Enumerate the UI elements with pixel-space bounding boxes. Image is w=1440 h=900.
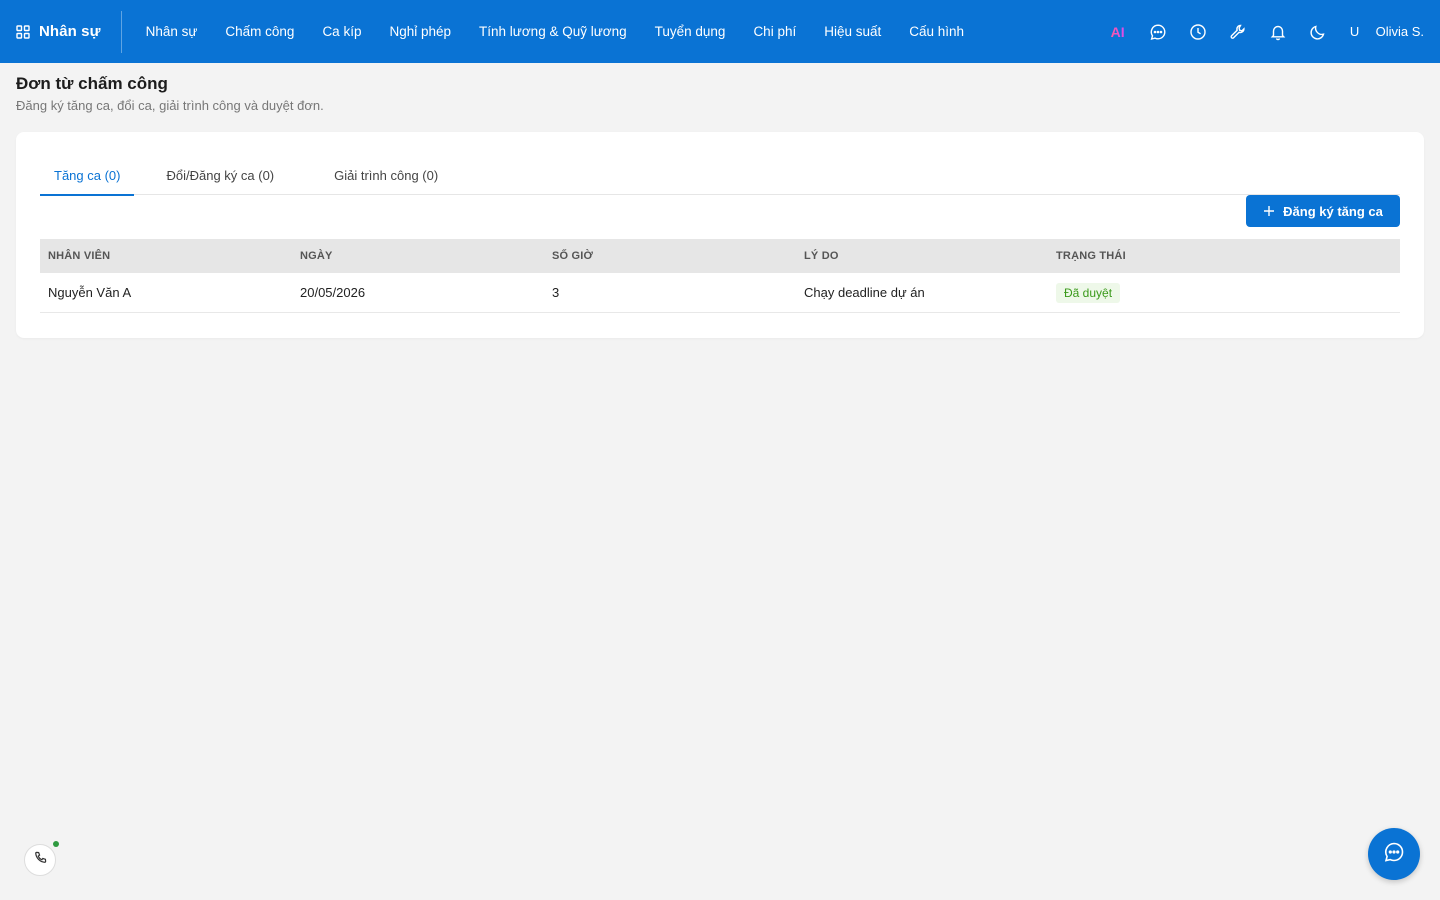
chat-icon[interactable] [1138, 0, 1178, 63]
nav-item-cau-hinh[interactable]: Cấu hình [895, 0, 978, 63]
brand-name: Nhân sự [39, 23, 101, 40]
tab-shift-change[interactable]: Đổi/Đăng ký ca (0) [166, 160, 274, 195]
status-badge: Đã duyệt [1056, 282, 1121, 303]
cell-hours: 3 [552, 285, 560, 300]
register-overtime-label: Đăng ký tăng ca [1283, 203, 1383, 219]
nav-item-chi-phi[interactable]: Chi phí [739, 0, 810, 63]
nav-item-hieu-suat[interactable]: Hiệu suất [810, 0, 895, 63]
app-switcher[interactable]: Nhân sự [0, 10, 122, 53]
nav-item-nhan-su[interactable]: Nhân sự [132, 0, 212, 63]
cell-employee: Nguyễn Văn A [48, 285, 132, 300]
chat-bubble-icon [1383, 841, 1405, 868]
apps-grid-icon[interactable] [16, 24, 30, 39]
nav-item-tuyen-dung[interactable]: Tuyển dụng [641, 0, 740, 63]
ai-label: AI [1110, 23, 1125, 40]
wrench-icon[interactable] [1218, 0, 1258, 63]
request-tabs: Tăng ca (0) Đổi/Đăng ký ca (0) Giải trìn… [40, 160, 1400, 196]
moon-icon[interactable] [1298, 0, 1338, 63]
col-hours: SỐ GIỜ [552, 250, 594, 262]
clock-icon[interactable] [1178, 0, 1218, 63]
table-row[interactable]: Nguyễn Văn A 20/05/2026 3 Chạy deadline … [40, 273, 1400, 313]
ai-button[interactable]: AI [1098, 0, 1138, 63]
nav-item-tinh-luong[interactable]: Tính lương & Quỹ lương [465, 0, 641, 63]
page-title: Đơn từ chấm công [16, 74, 168, 93]
page-subtitle: Đăng ký tăng ca, đổi ca, giải trình công… [16, 98, 324, 113]
requests-card: Tăng ca (0) Đổi/Đăng ký ca (0) Giải trìn… [16, 132, 1424, 338]
online-status-dot [53, 841, 59, 847]
avatar[interactable]: U [1342, 19, 1368, 45]
col-status: TRẠNG THÁI [1056, 250, 1126, 262]
tab-overtime[interactable]: Tăng ca (0) [40, 160, 135, 196]
nav-item-nghi-phep[interactable]: Nghỉ phép [375, 0, 465, 63]
col-reason: LÝ DO [804, 250, 839, 262]
top-navbar: Nhân sự Nhân sự Chấm công Ca kíp Nghỉ ph… [0, 0, 1440, 63]
top-actions: AI U Olivia S. [1098, 0, 1424, 63]
col-date: NGÀY [300, 250, 333, 262]
main-nav: Nhân sự Chấm công Ca kíp Nghỉ phép Tính … [132, 0, 978, 63]
cell-reason: Chạy deadline dự án [804, 285, 925, 300]
phone-icon [34, 851, 47, 869]
plus-icon [1263, 202, 1275, 220]
cell-status: Đã duyệt [1048, 282, 1300, 303]
register-overtime-button[interactable]: Đăng ký tăng ca [1246, 195, 1400, 227]
overtime-table: NHÂN VIÊN NGÀY SỐ GIỜ LÝ DO TRẠNG THÁI N… [40, 239, 1400, 313]
user-name[interactable]: Olivia S. [1376, 24, 1424, 39]
col-employee: NHÂN VIÊN [48, 250, 111, 262]
chat-fab-button[interactable] [1368, 828, 1420, 880]
table-header: NHÂN VIÊN NGÀY SỐ GIỜ LÝ DO TRẠNG THÁI [40, 239, 1400, 273]
call-button[interactable] [24, 844, 56, 876]
cell-date: 20/05/2026 [300, 285, 366, 300]
nav-item-ca-kip[interactable]: Ca kíp [308, 0, 375, 63]
nav-item-cham-cong[interactable]: Chấm công [211, 0, 308, 63]
tab-attendance-explanation[interactable]: Giải trình công (0) [334, 160, 438, 195]
bell-icon[interactable] [1258, 0, 1298, 63]
